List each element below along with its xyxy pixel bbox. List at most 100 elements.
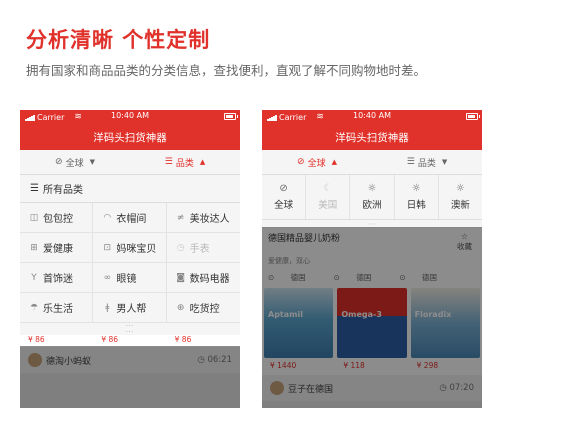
pin-icon: ⊙ <box>399 273 409 282</box>
bag-icon: ◫ <box>29 212 39 223</box>
region-list: ⊘ 全球 ☾ 美国 ☼ 欧洲 ☼ 日韩 ☼ 澳新 <box>262 175 482 220</box>
category-label: 乐生活 <box>43 304 73 315</box>
status-time: 10:40 AM <box>353 111 391 120</box>
tab-global[interactable]: ⊘ 全球 ▲ <box>262 150 372 174</box>
price-row: ¥ 86 ¥ 86 ¥ 86 <box>20 335 240 347</box>
category-grid: ◫ 包包控 ◠ 衣帽间 ≠ 美妆达人 ⊞ 爱健康 ⊡ 妈咪宝贝 ◷ 手表 Y 首饰迷 ∞ 眼镜 … <box>20 203 240 323</box>
user-name: 德淘小蚂蚁 <box>46 356 92 367</box>
region-item[interactable]: ⊘ 全球 <box>262 175 307 219</box>
globe-icon: ⊘ <box>55 157 63 167</box>
all-categories-item[interactable]: ☰ 所有品类 <box>20 175 240 203</box>
category-item[interactable]: ☂ 乐生活 <box>20 293 94 323</box>
category-item[interactable]: ◠ 衣帽间 <box>93 203 167 233</box>
app-title: 洋码头扫货神器 <box>20 124 240 150</box>
post-time-label: 07:20 <box>449 383 475 393</box>
product-image[interactable]: Omega-3 <box>337 288 407 358</box>
location-label: ⊙ 德国 <box>268 273 306 282</box>
region-label: 欧洲 <box>362 200 382 211</box>
chevron-up-icon: ▲ <box>199 158 206 166</box>
category-item[interactable]: ǂ 男人帮 <box>93 293 167 323</box>
region-item[interactable]: ☼ 欧洲 <box>350 175 395 219</box>
region-item[interactable]: ☼ 澳新 <box>439 175 482 219</box>
status-bar: Carrier ≋ 10:40 AM <box>20 110 240 124</box>
tab-global[interactable]: ⊘ 全球 ▼ <box>20 150 130 174</box>
location-label: ⊙ 德国 <box>399 273 438 282</box>
category-item[interactable]: ⊡ 妈咪宝贝 <box>93 233 167 263</box>
favorite-label: 收藏 <box>457 242 472 251</box>
filter-tabs: ⊘ 全球 ▲ ☰ 品类 ▼ <box>262 150 482 175</box>
category-item[interactable]: ⊞ 爱健康 <box>20 233 94 263</box>
chevron-down-icon: ▼ <box>441 158 448 166</box>
region-item[interactable]: ☾ 美国 <box>306 175 351 219</box>
price-label: ¥ 298 <box>416 361 439 370</box>
feed-title: 德国精品婴儿奶粉 ☆ 收藏 <box>262 228 482 251</box>
category-label: 包包控 <box>43 214 73 225</box>
moon-icon: ☾ <box>323 183 333 194</box>
sun-icon: ☼ <box>367 183 377 194</box>
price-label: ¥ 86 <box>101 335 119 344</box>
status-time: 10:40 AM <box>111 111 149 120</box>
category-item[interactable]: ⊕ 吃货控 <box>166 293 240 323</box>
pin-icon: ⊙ <box>268 273 277 282</box>
region-item[interactable]: ☼ 日韩 <box>395 175 439 219</box>
category-item[interactable]: Y 首饰迷 <box>20 263 94 293</box>
sun-icon: ☼ <box>455 183 465 194</box>
product-image[interactable]: Floradix <box>410 288 480 358</box>
price-label: ¥ 86 <box>174 335 192 344</box>
battery-icon <box>466 113 480 120</box>
tab-category[interactable]: ☰ 品类 ▲ <box>130 150 240 174</box>
list-icon: ☰ <box>30 183 39 194</box>
list-icon: ☰ <box>406 157 415 167</box>
feed-card[interactable]: 德国精品婴儿奶粉 ☆ 收藏 爱健康，双心 ⊙ 德国 ⊙ 德国 ⊙ 德国 Aptam… <box>262 228 482 401</box>
chevron-up-icon: ▲ <box>331 158 337 166</box>
lipstick-icon: ≠ <box>176 212 185 223</box>
post-time: ◷ 07:20 <box>439 383 474 393</box>
user-row[interactable]: 德淘小蚂蚁 ◷ 06:21 <box>20 347 240 373</box>
category-item[interactable]: ◙ 数码电器 <box>166 263 240 293</box>
user-row[interactable]: 豆子在德国 ◷ 07:20 <box>262 375 482 401</box>
category-label: 男人帮 <box>116 304 147 315</box>
category-label: 眼镜 <box>116 274 137 285</box>
user-name: 豆子在德国 <box>288 384 334 395</box>
post-time: ◷ 06:21 <box>197 355 232 365</box>
tab-label: 品类 <box>417 158 436 169</box>
headline: 分析清晰 个性定制 <box>26 28 211 52</box>
app-title: 洋码头扫货神器 <box>262 124 482 150</box>
drag-handle[interactable]: ⋯ ⋯ <box>20 322 240 336</box>
region-label: 澳新 <box>450 200 470 211</box>
clock-icon: ◷ <box>197 355 208 365</box>
category-label: 妈咪宝贝 <box>116 244 157 255</box>
pin-icon: ⊙ <box>333 273 343 282</box>
avatar <box>28 353 42 367</box>
clock-icon: ◷ <box>439 383 450 393</box>
tab-label: 品类 <box>175 158 194 169</box>
drag-handle[interactable]: ⋯ <box>262 220 482 228</box>
sun-icon: ☼ <box>411 183 421 194</box>
category-label: 首饰迷 <box>43 274 73 285</box>
star-icon: ☆ <box>460 232 469 241</box>
tab-category[interactable]: ☰ 品类 ▼ <box>372 150 482 174</box>
category-label: 手表 <box>189 244 210 255</box>
favorite-button[interactable]: ☆ 收藏 <box>457 232 472 252</box>
hat-icon: ◠ <box>103 212 112 223</box>
category-label: 衣帽间 <box>116 214 147 225</box>
phone-screen-regions: Carrier ≋ 10:40 AM 洋码头扫货神器 ⊘ 全球 ▲ ☰ 品类 ▼… <box>262 110 482 408</box>
filter-tabs: ⊘ 全球 ▼ ☰ 品类 ▲ <box>20 150 240 175</box>
category-label: 爱健康 <box>43 244 73 255</box>
category-item[interactable]: ≠ 美妆达人 <box>166 203 240 233</box>
price-row: ¥ 1440 ¥ 118 ¥ 298 <box>262 361 482 373</box>
feed-tags: 爱健康，双心 <box>268 257 310 265</box>
globe-icon: ⊘ <box>297 157 305 167</box>
category-item[interactable]: ∞ 眼镜 <box>93 263 167 293</box>
category-item[interactable]: ◫ 包包控 <box>20 203 94 233</box>
category-item[interactable]: ◷ 手表 <box>166 233 240 263</box>
chevron-down-icon: ▼ <box>89 158 95 166</box>
health-icon: ⊞ <box>30 242 38 253</box>
category-label: 吃货控 <box>189 304 220 315</box>
camera-icon: ◙ <box>176 272 186 283</box>
tab-label: 全球 <box>65 158 84 169</box>
product-image[interactable]: Aptamil <box>264 288 334 358</box>
price-label: ¥ 118 <box>343 361 365 370</box>
list-icon: ☰ <box>164 157 173 167</box>
battery-icon <box>224 113 238 120</box>
